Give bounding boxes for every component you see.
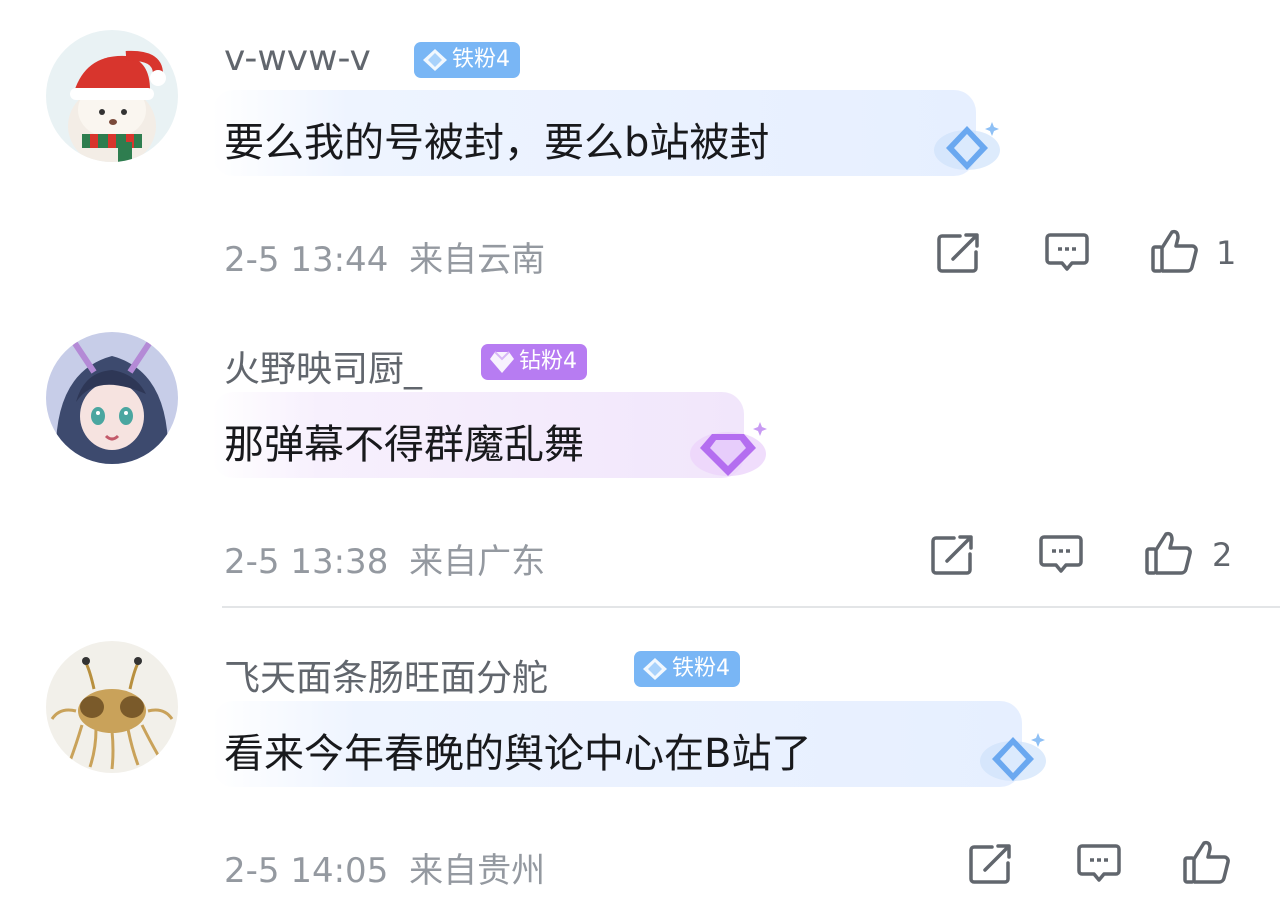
gem-icon (980, 733, 1046, 781)
comment-meta: 2-5 14:05 来自贵州 (224, 843, 545, 892)
avatar[interactable] (46, 30, 178, 162)
comment-meta: 2-5 13:38 来自广东 (224, 534, 545, 583)
badge-label: 铁粉4 (452, 47, 510, 72)
fan-badge[interactable]: 钻粉4 (481, 344, 587, 380)
gem-icon (643, 658, 667, 680)
like-icon[interactable] (1182, 839, 1232, 885)
comment-time: 2-5 13:44 (224, 240, 389, 280)
comment-text: 要么我的号被封，要么b站被封 (224, 120, 770, 166)
gem-icon (490, 351, 514, 373)
like-count: 1 (1216, 234, 1237, 272)
reply-icon[interactable] (1044, 232, 1090, 274)
comment-item: 飞天面条肠旺面分舵 铁粉4 看来今年春晚的舆论中心在B站了 2-5 14:05 … (0, 607, 1280, 907)
avatar[interactable] (46, 641, 178, 773)
comment-item: v-wvw-v 铁粉4 要么我的号被封，要么b站被封 2-5 13:44 来自云… (0, 0, 1280, 300)
avatar[interactable] (46, 332, 178, 464)
gem-icon (690, 422, 767, 476)
reply-icon[interactable] (1038, 534, 1084, 576)
comment-text: 看来今年春晚的舆论中心在B站了 (224, 731, 812, 777)
comment-text: 那弹幕不得群魔乱舞 (224, 422, 584, 468)
like-count: 2 (1212, 536, 1233, 574)
fan-badge[interactable]: 铁粉4 (414, 42, 520, 78)
share-icon[interactable] (968, 843, 1014, 885)
comment-time: 2-5 13:38 (224, 542, 389, 582)
like-icon[interactable] (1150, 228, 1200, 274)
share-icon[interactable] (930, 534, 976, 576)
reply-icon[interactable] (1076, 843, 1122, 885)
badge-label: 钻粉4 (519, 349, 577, 374)
username[interactable]: 火野映司厨_ (224, 340, 422, 392)
comment-meta: 2-5 13:44 来自云南 (224, 232, 545, 281)
gem-icon (934, 122, 1000, 170)
username[interactable]: 飞天面条肠旺面分舵 (224, 649, 548, 701)
gem-icon (423, 49, 447, 71)
comment-location: 来自贵州 (409, 851, 546, 891)
username[interactable]: v-wvw-v (224, 38, 371, 79)
like-icon[interactable] (1144, 530, 1194, 576)
fan-badge[interactable]: 铁粉4 (634, 651, 740, 687)
comment-time: 2-5 14:05 (224, 851, 389, 891)
comment-location: 来自云南 (409, 240, 546, 280)
comment-item: 火野映司厨_ 钻粉4 那弹幕不得群魔乱舞 2-5 13:38 来自广东 2 (0, 300, 1280, 600)
share-icon[interactable] (936, 232, 982, 274)
badge-label: 铁粉4 (672, 656, 730, 681)
comment-location: 来自广东 (409, 542, 546, 582)
